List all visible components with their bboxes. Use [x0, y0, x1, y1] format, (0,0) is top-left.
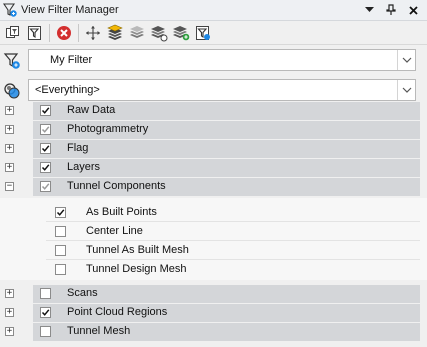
filter-row: My Filter	[0, 48, 427, 74]
window-title: View Filter Manager	[21, 4, 119, 16]
tree-category-scans[interactable]: + Scans	[0, 285, 427, 303]
category-checkbox[interactable]	[40, 124, 51, 135]
category-label: Photogrammetry	[67, 123, 149, 135]
tree-category-photogrammetry[interactable]: + Photogrammetry	[0, 121, 427, 139]
check-mark-icon	[41, 164, 50, 171]
category-checkbox[interactable]	[40, 307, 51, 318]
filter-settings-icon[interactable]	[193, 23, 213, 43]
tree-item-center-line[interactable]: Center Line	[0, 222, 427, 241]
scope-row: <Everything>	[0, 78, 427, 104]
delete-icon[interactable]	[54, 23, 74, 43]
tree-category-tunnel-mesh[interactable]: + Tunnel Mesh	[0, 323, 427, 341]
collapse-icon[interactable]: −	[5, 182, 14, 191]
check-mark-icon	[41, 183, 50, 190]
scope-select[interactable]: <Everything>	[28, 79, 416, 101]
move-icon[interactable]	[83, 23, 103, 43]
item-checkbox[interactable]	[55, 226, 66, 237]
check-mark-icon	[41, 145, 50, 152]
item-label: As Built Points	[86, 206, 157, 218]
copy-filter-icon[interactable]	[3, 23, 23, 43]
expand-icon[interactable]: +	[5, 125, 14, 134]
layers-grey-icon[interactable]	[127, 23, 147, 43]
category-band	[33, 140, 420, 158]
chevron-down-icon[interactable]	[397, 80, 415, 100]
check-mark-icon	[56, 209, 65, 216]
item-label: Tunnel As Built Mesh	[86, 244, 189, 256]
category-label: Tunnel Components	[67, 180, 166, 192]
item-label: Center Line	[86, 225, 143, 237]
check-mark-icon	[41, 126, 50, 133]
scope-icon	[4, 83, 20, 99]
expand-icon[interactable]: +	[5, 106, 14, 115]
filter-properties-icon[interactable]	[25, 23, 45, 43]
tree-item-as-built-points[interactable]: As Built Points	[0, 203, 427, 222]
tree-category-tunnel-components[interactable]: − Tunnel Components	[0, 178, 427, 196]
close-icon[interactable]	[405, 2, 421, 18]
category-checkbox[interactable]	[40, 288, 51, 299]
layers-add-icon[interactable]	[171, 23, 191, 43]
toolbar	[0, 21, 427, 45]
category-label: Point Cloud Regions	[67, 306, 168, 318]
expand-icon[interactable]: +	[5, 163, 14, 172]
filter-select-value: My Filter	[50, 54, 93, 66]
item-checkbox[interactable]	[55, 207, 66, 218]
category-checkbox[interactable]	[40, 326, 51, 337]
tree-item-tunnel-design-mesh[interactable]: Tunnel Design Mesh	[0, 260, 427, 279]
chevron-down-icon[interactable]	[397, 50, 415, 70]
expand-icon[interactable]: +	[5, 144, 14, 153]
layers-yellow-icon[interactable]	[105, 23, 125, 43]
expand-icon[interactable]: +	[5, 327, 14, 336]
tree-category-layers[interactable]: + Layers	[0, 159, 427, 177]
filter-select[interactable]: My Filter	[28, 49, 416, 71]
check-mark-icon	[41, 107, 50, 114]
expand-icon[interactable]: +	[5, 289, 14, 298]
tree-category-point-cloud-regions[interactable]: + Point Cloud Regions	[0, 304, 427, 322]
item-checkbox[interactable]	[55, 264, 66, 275]
category-label: Tunnel Mesh	[67, 325, 131, 337]
category-label: Flag	[67, 142, 89, 154]
category-label: Scans	[67, 287, 98, 299]
expand-icon[interactable]: +	[5, 308, 14, 317]
category-checkbox[interactable]	[40, 143, 51, 154]
filter-manager-icon	[2, 3, 17, 17]
scope-select-value: <Everything>	[35, 84, 100, 96]
check-mark-icon	[41, 309, 50, 316]
category-checkbox[interactable]	[40, 162, 51, 173]
pin-icon[interactable]	[383, 2, 399, 18]
tree-category-flag[interactable]: + Flag	[0, 140, 427, 158]
item-label: Tunnel Design Mesh	[86, 263, 187, 275]
title-bar: View Filter Manager	[0, 0, 427, 21]
toolbar-separator	[78, 23, 79, 42]
tree-category-raw-data[interactable]: + Raw Data	[0, 102, 427, 120]
toolbar-separator	[49, 23, 50, 42]
tree-item-tunnel-as-built-mesh[interactable]: Tunnel As Built Mesh	[0, 241, 427, 260]
category-label: Raw Data	[67, 104, 116, 116]
category-checkbox[interactable]	[40, 181, 51, 192]
chevron-down-icon[interactable]	[361, 2, 377, 18]
category-label: Layers	[67, 161, 101, 173]
category-checkbox[interactable]	[40, 105, 51, 116]
layers-tools-icon[interactable]	[149, 23, 169, 43]
filter-icon	[3, 53, 20, 69]
item-checkbox[interactable]	[55, 245, 66, 256]
